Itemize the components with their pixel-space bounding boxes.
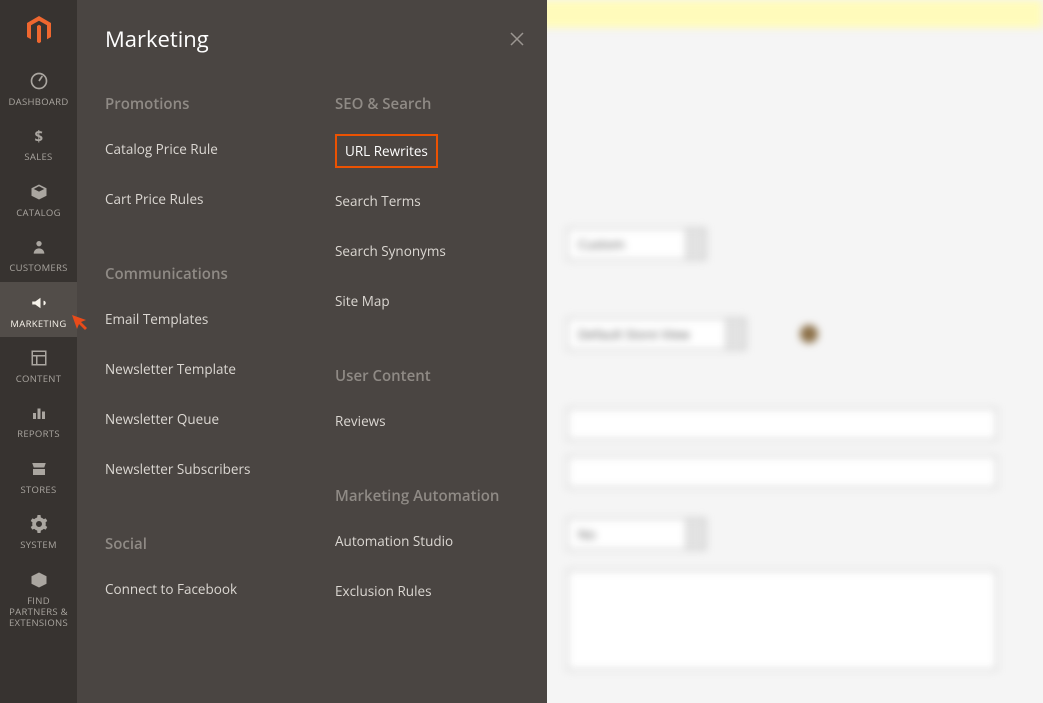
admin-sidebar: DASHBOARD $ SALES CATALOG CUSTOMERS MARK… xyxy=(0,0,77,703)
link-search-terms[interactable]: Search Terms xyxy=(335,188,547,214)
nav-catalog[interactable]: CATALOG xyxy=(0,171,77,226)
bar-chart-icon xyxy=(28,402,50,424)
bg-input-2 xyxy=(567,456,997,488)
link-cart-price-rules[interactable]: Cart Price Rules xyxy=(105,186,317,212)
megaphone-icon xyxy=(28,292,50,314)
link-url-rewrites[interactable]: URL Rewrites xyxy=(335,134,438,168)
nav-label: CUSTOMERS xyxy=(9,262,67,273)
link-site-map[interactable]: Site Map xyxy=(335,288,547,314)
link-exclusion-rules[interactable]: Exclusion Rules xyxy=(335,578,547,604)
nav-dashboard[interactable]: DASHBOARD xyxy=(0,60,77,115)
magento-logo-icon xyxy=(23,14,55,46)
link-connect-facebook[interactable]: Connect to Facebook xyxy=(105,576,317,602)
bg-select-1-btn xyxy=(686,228,706,260)
flyout-col-left: Promotions Catalog Price Rule Cart Price… xyxy=(105,94,317,628)
svg-text:$: $ xyxy=(34,127,43,145)
nav-label: CATALOG xyxy=(16,207,61,218)
nav-label: REPORTS xyxy=(17,428,60,439)
section-social: Social xyxy=(105,534,317,554)
bg-select-2: Default Store View xyxy=(567,318,727,350)
marketing-flyout: Marketing Promotions Catalog Price Rule … xyxy=(77,0,547,703)
box-icon xyxy=(28,181,50,203)
store-icon xyxy=(28,458,50,480)
link-reviews[interactable]: Reviews xyxy=(335,408,547,434)
cursor-pointer-icon xyxy=(72,315,88,331)
section-automation: Marketing Automation xyxy=(335,486,547,506)
nav-stores[interactable]: STORES xyxy=(0,448,77,503)
section-promotions: Promotions xyxy=(105,94,317,114)
nav-label: FIND PARTNERS & EXTENSIONS xyxy=(0,595,77,629)
nav-system[interactable]: SYSTEM xyxy=(0,503,77,558)
nav-label: CONTENT xyxy=(16,373,62,384)
nav-reports[interactable]: REPORTS xyxy=(0,392,77,447)
link-newsletter-queue[interactable]: Newsletter Queue xyxy=(105,406,317,432)
gear-icon xyxy=(28,513,50,535)
nav-marketing[interactable]: MARKETING xyxy=(0,282,77,337)
bg-select-2-btn xyxy=(726,318,746,350)
link-newsletter-subscribers[interactable]: Newsletter Subscribers xyxy=(105,456,317,482)
nav-content[interactable]: CONTENT xyxy=(0,337,77,392)
section-user-content: User Content xyxy=(335,366,547,386)
nav-label: DASHBOARD xyxy=(8,96,68,107)
bg-select-3-btn xyxy=(686,518,706,550)
puzzle-icon xyxy=(28,569,50,591)
flyout-title: Marketing xyxy=(105,24,209,54)
flyout-col-right: SEO & Search URL Rewrites Search Terms S… xyxy=(335,94,547,628)
nav-customers[interactable]: CUSTOMERS xyxy=(0,226,77,281)
dashboard-icon xyxy=(28,70,50,92)
section-seo: SEO & Search xyxy=(335,94,547,114)
nav-partners[interactable]: FIND PARTNERS & EXTENSIONS xyxy=(0,559,77,637)
magento-logo[interactable] xyxy=(0,0,77,60)
nav-sales[interactable]: $ SALES xyxy=(0,115,77,170)
nav-label: SALES xyxy=(24,151,52,162)
section-communications: Communications xyxy=(105,264,317,284)
bg-avatar xyxy=(800,325,818,343)
link-email-templates[interactable]: Email Templates xyxy=(105,306,317,332)
bg-select-3: No xyxy=(567,518,687,550)
link-automation-studio[interactable]: Automation Studio xyxy=(335,528,547,554)
nav-label: STORES xyxy=(21,484,57,495)
bg-select-1: Custom xyxy=(567,228,687,260)
dollar-icon: $ xyxy=(28,125,50,147)
bg-textarea xyxy=(567,570,997,670)
person-icon xyxy=(28,236,50,258)
bg-input-1 xyxy=(567,408,997,440)
nav-label: MARKETING xyxy=(10,318,66,329)
close-icon[interactable] xyxy=(507,29,527,49)
link-search-synonyms[interactable]: Search Synonyms xyxy=(335,238,547,264)
link-newsletter-template[interactable]: Newsletter Template xyxy=(105,356,317,382)
link-catalog-price-rule[interactable]: Catalog Price Rule xyxy=(105,136,317,162)
nav-label: SYSTEM xyxy=(20,539,57,550)
layout-icon xyxy=(28,347,50,369)
